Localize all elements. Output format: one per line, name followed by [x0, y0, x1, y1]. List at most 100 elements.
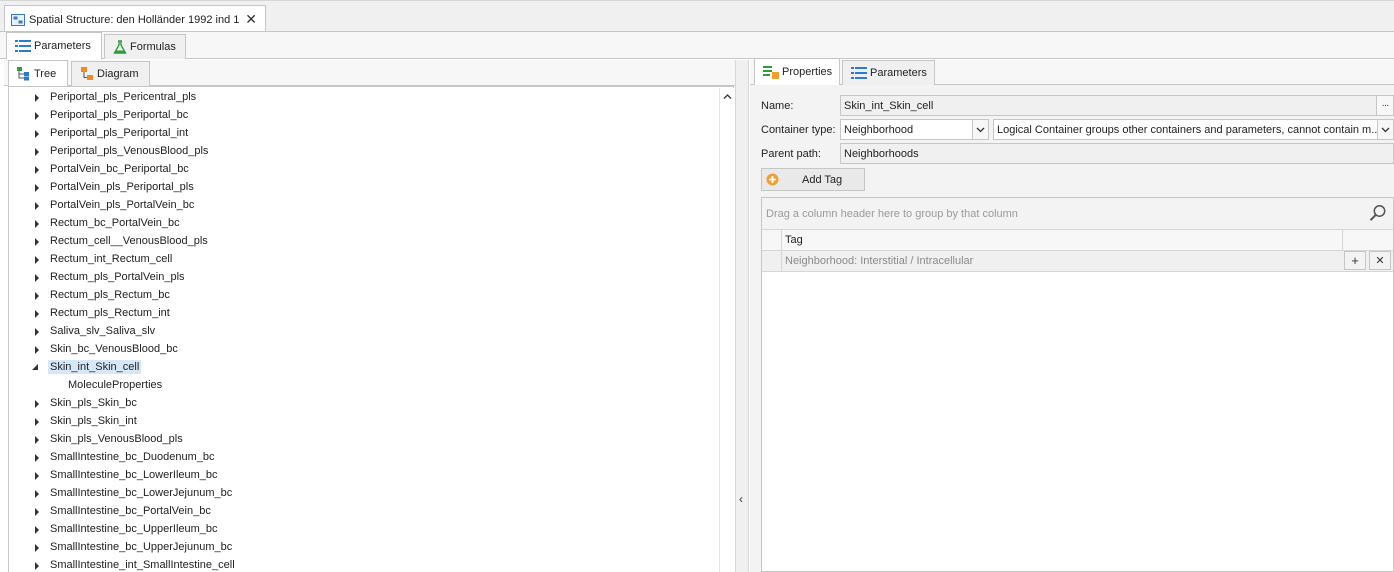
expand-arrow-icon[interactable] — [35, 184, 39, 192]
tab-tree[interactable]: Tree — [8, 60, 68, 87]
tab-properties[interactable]: Properties — [754, 58, 840, 85]
tab-right-parameters[interactable]: Parameters — [842, 60, 935, 85]
tree-node[interactable]: SmallIntestine_bc_LowerIleum_bc — [9, 466, 721, 484]
container-type-select[interactable]: Neighborhood — [840, 119, 973, 140]
name-value: Skin_int_Skin_cell — [844, 99, 934, 112]
tree-node[interactable]: Saliva_slv_Saliva_slv — [9, 322, 721, 340]
group-by-hint: Drag a column header here to group by th… — [766, 208, 1018, 220]
container-description-value: Logical Container groups other container… — [997, 123, 1378, 136]
expand-arrow-icon[interactable] — [35, 454, 39, 462]
table-row[interactable]: Neighborhood: Interstitial / Intracellul… — [762, 251, 1393, 272]
expand-arrow-icon[interactable] — [35, 130, 39, 138]
tag-cell[interactable]: Neighborhood: Interstitial / Intracellul… — [785, 255, 973, 267]
tab-formulas[interactable]: Formulas — [104, 34, 186, 59]
tree-icon — [17, 67, 31, 81]
tree-node[interactable]: SmallIntestine_int_SmallIntestine_cell — [9, 556, 721, 572]
tree-node[interactable]: SmallIntestine_bc_PortalVein_bc — [9, 502, 721, 520]
add-tag-button[interactable]: Add Tag — [761, 168, 865, 191]
main-tab-strip — [0, 32, 1394, 59]
tab-tree-label: Tree — [34, 68, 57, 80]
document-tab-strip: Spatial Structure: den Holländer 1992 in… — [0, 0, 1394, 33]
tree-node[interactable]: Rectum_pls_PortalVein_pls — [9, 268, 721, 286]
tree-node-child[interactable]: MoleculeProperties — [9, 376, 721, 394]
panel-splitter[interactable]: ‹ — [735, 60, 749, 572]
expand-arrow-icon[interactable] — [35, 292, 39, 300]
close-icon[interactable]: ✕ — [245, 11, 257, 28]
expand-arrow-icon[interactable] — [35, 562, 39, 570]
name-ellipsis-button[interactable]: ··· — [1376, 95, 1394, 116]
expand-arrow-icon[interactable] — [35, 220, 39, 228]
add-row-button[interactable]: + — [1344, 251, 1366, 270]
tree-node[interactable]: PortalVein_pls_PortalVein_bc — [9, 196, 721, 214]
tree-view[interactable]: Periportal_pls_Pericentral_pls Periporta… — [8, 86, 734, 572]
tree-node[interactable]: Rectum_pls_Rectum_bc — [9, 286, 721, 304]
expand-arrow-icon[interactable] — [35, 112, 39, 120]
expand-arrow-icon[interactable] — [35, 202, 39, 210]
tree-node[interactable]: PortalVein_bc_Periportal_bc — [9, 160, 721, 178]
column-header-tag[interactable]: Tag — [785, 234, 803, 246]
tree-node[interactable]: Periportal_pls_VenousBlood_pls — [9, 142, 721, 160]
tree-node-label: Periportal_pls_Periportal_int — [50, 127, 189, 139]
tree-node[interactable]: Rectum_pls_Rectum_int — [9, 304, 721, 322]
container-type-dropdown-button[interactable] — [972, 119, 989, 140]
expand-arrow-icon[interactable] — [35, 526, 39, 534]
tree-node-label: Skin_bc_VenousBlood_bc — [50, 343, 178, 355]
tab-diagram[interactable]: Diagram — [71, 61, 150, 86]
scroll-up-arrow-icon[interactable] — [723, 92, 732, 101]
document-tab-title: Spatial Structure: den Holländer 1992 in… — [29, 13, 240, 26]
tree-node[interactable]: Rectum_cell__VenousBlood_pls — [9, 232, 721, 250]
expand-arrow-icon[interactable] — [35, 346, 39, 354]
expand-arrow-icon[interactable] — [35, 418, 39, 426]
expand-arrow-icon[interactable] — [35, 472, 39, 480]
tree-node[interactable]: Periportal_pls_Periportal_int — [9, 124, 721, 142]
group-by-panel[interactable]: Drag a column header here to group by th… — [762, 198, 1393, 230]
tree-node[interactable]: SmallIntestine_bc_UpperIleum_bc — [9, 520, 721, 538]
tree-node-label: Skin_pls_Skin_int — [50, 415, 137, 427]
add-circle-icon — [766, 173, 779, 186]
collapse-panel-icon[interactable]: ‹ — [739, 492, 743, 506]
tree-node[interactable]: SmallIntestine_bc_UpperJejunum_bc — [9, 538, 721, 556]
expand-arrow-icon[interactable] — [35, 310, 39, 318]
tree-node[interactable]: Skin_pls_VenousBlood_pls — [9, 430, 721, 448]
search-icon[interactable] — [1369, 204, 1387, 222]
tree-node[interactable]: SmallIntestine_bc_Duodenum_bc — [9, 448, 721, 466]
tree-node[interactable]: Periportal_pls_Periportal_bc — [9, 106, 721, 124]
expand-arrow-icon[interactable] — [35, 94, 39, 102]
expand-arrow-icon[interactable] — [35, 400, 39, 408]
tree-node[interactable]: Skin_pls_Skin_bc — [9, 394, 721, 412]
tree-node[interactable]: Rectum_bc_PortalVein_bc — [9, 214, 721, 232]
tree-node[interactable]: Skin_pls_Skin_int — [9, 412, 721, 430]
expand-arrow-icon[interactable] — [35, 256, 39, 264]
expand-arrow-icon[interactable] — [35, 508, 39, 516]
container-type-label: Container type: — [761, 124, 836, 136]
tree-node-label: PortalVein_pls_PortalVein_bc — [50, 199, 195, 211]
expand-arrow-icon[interactable] — [35, 238, 39, 246]
tab-properties-label: Properties — [782, 66, 833, 78]
tree-node[interactable]: Periportal_pls_Pericentral_pls — [9, 88, 721, 106]
expand-arrow-icon[interactable] — [35, 544, 39, 552]
expand-arrow-icon[interactable] — [35, 328, 39, 336]
document-tab[interactable]: Spatial Structure: den Holländer 1992 in… — [4, 5, 266, 33]
remove-row-button[interactable]: ✕ — [1369, 251, 1391, 270]
expand-arrow-icon[interactable] — [35, 436, 39, 444]
tree-node-label: Rectum_cell__VenousBlood_pls — [50, 235, 208, 247]
tree-node-label: Periportal_pls_VenousBlood_pls — [50, 145, 209, 157]
tree-scrollbar[interactable] — [719, 88, 734, 572]
tree-node[interactable]: SmallIntestine_bc_LowerJejunum_bc — [9, 484, 721, 502]
tab-parameters[interactable]: Parameters — [6, 32, 102, 59]
expand-arrow-icon[interactable] — [35, 166, 39, 174]
expand-arrow-icon[interactable] — [35, 274, 39, 282]
tree-node[interactable]: Skin_bc_VenousBlood_bc — [9, 340, 721, 358]
name-field[interactable]: Skin_int_Skin_cell — [840, 95, 1377, 116]
close-icon: ✕ — [1375, 255, 1385, 267]
expand-arrow-icon[interactable] — [35, 148, 39, 156]
container-description-dropdown-button[interactable] — [1377, 119, 1394, 140]
expand-arrow-icon[interactable] — [35, 490, 39, 498]
tree-node-label: Skin_int_Skin_cell — [48, 360, 142, 374]
tree-node-label: Skin_pls_VenousBlood_pls — [50, 433, 183, 445]
tree-node[interactable]: PortalVein_pls_Periportal_pls — [9, 178, 721, 196]
tree-node-label: SmallIntestine_bc_LowerIleum_bc — [50, 469, 218, 481]
container-description-select[interactable]: Logical Container groups other container… — [993, 119, 1378, 140]
tree-node[interactable]: Rectum_int_Rectum_cell — [9, 250, 721, 268]
tree-node-selected[interactable]: Skin_int_Skin_cell — [9, 358, 721, 376]
